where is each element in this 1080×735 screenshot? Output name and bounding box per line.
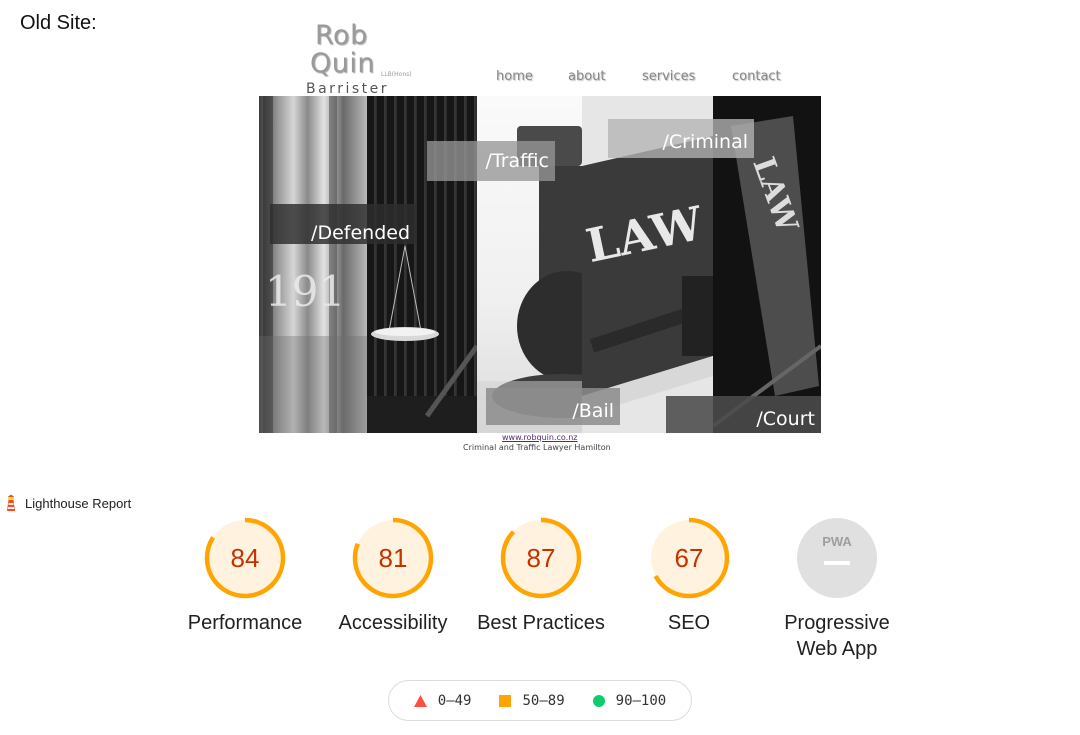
pwa-badge: PWA <box>797 518 877 598</box>
label-accessibility: Accessibility <box>338 612 448 634</box>
legend-pass-range: 90–100 <box>615 692 667 709</box>
score-accessibility: 81 <box>379 543 408 573</box>
logo-quin: Quin <box>310 48 375 79</box>
circle-icon <box>592 694 605 707</box>
nav-contact[interactable]: contact <box>732 69 781 84</box>
nav-about[interactable]: about <box>568 69 606 84</box>
old-site-heading: Old Site: <box>20 12 97 34</box>
gauge-pwa[interactable]: PWA Progressive Web App <box>762 516 912 662</box>
lighthouse-header: Lighthouse Report <box>4 493 131 513</box>
logo-credentials: LLB(Hons) <box>381 71 412 78</box>
triangle-icon <box>413 694 427 707</box>
legend-average: 50–89 <box>499 692 565 709</box>
label-seo: SEO <box>667 612 711 634</box>
columns-photo: 191 <box>259 96 367 433</box>
square-icon <box>499 694 512 707</box>
legend-fail-range: 0–49 <box>437 692 472 709</box>
gauge-seo[interactable]: 67 SEO <box>614 516 764 636</box>
site-url-link[interactable]: www.robquin.co.nz <box>502 433 577 442</box>
tag-court[interactable]: /Court <box>666 396 821 433</box>
site-logo[interactable]: Rob Quin LLB(Hons) Barrister <box>306 20 436 97</box>
logo-barrister: Barrister <box>306 81 389 97</box>
gauge-performance[interactable]: 84 Performance <box>170 516 320 636</box>
nav-services[interactable]: services <box>642 69 695 84</box>
year-carving: 191 <box>265 267 345 316</box>
legend-fail: 0–49 <box>413 692 472 709</box>
legend-pass: 90–100 <box>592 692 667 709</box>
gauge-seo-dial: 67 <box>648 517 730 599</box>
gauge-accessibility[interactable]: 81 Accessibility <box>318 516 468 636</box>
label-best-practices: Best Practices <box>477 612 605 634</box>
score-gauges: 84 Performance 81 Accessibility 87 Best … <box>0 516 1080 666</box>
lighthouse-icon <box>7 494 15 511</box>
nav-home[interactable]: home <box>496 69 533 84</box>
site-tagline: Criminal and Traffic Lawyer Hamilton <box>463 443 611 452</box>
gauge-best-practices-dial: 87 <box>500 517 582 599</box>
label-performance: Performance <box>187 612 303 634</box>
legend-average-range: 50–89 <box>522 692 565 709</box>
score-performance: 84 <box>231 543 260 573</box>
score-legend: 0–49 50–89 90–100 <box>388 680 692 721</box>
score-best-practices: 87 <box>527 543 556 573</box>
gauge-performance-dial: 84 <box>204 517 286 599</box>
pwa-dash-icon <box>824 561 850 565</box>
hero-banner: 191 LAW LAW /Defended /Traffic /Criminal… <box>259 96 821 433</box>
label-pwa: Progressive Web App <box>784 612 890 660</box>
old-site-preview: Rob Quin LLB(Hons) Barrister home about … <box>259 18 821 458</box>
tag-defended[interactable]: /Defended <box>270 204 416 244</box>
lighthouse-title: Lighthouse Report <box>25 495 132 511</box>
logo-rob: Rob <box>315 20 368 51</box>
tag-criminal[interactable]: /Criminal <box>608 119 754 158</box>
tag-bail[interactable]: /Bail <box>486 388 620 425</box>
gauge-accessibility-dial: 81 <box>352 517 434 599</box>
pwa-badge-text: PWA <box>822 534 852 549</box>
tag-traffic[interactable]: /Traffic <box>427 141 555 181</box>
gauge-best-practices[interactable]: 87 Best Practices <box>466 516 616 636</box>
score-seo: 67 <box>675 543 704 573</box>
